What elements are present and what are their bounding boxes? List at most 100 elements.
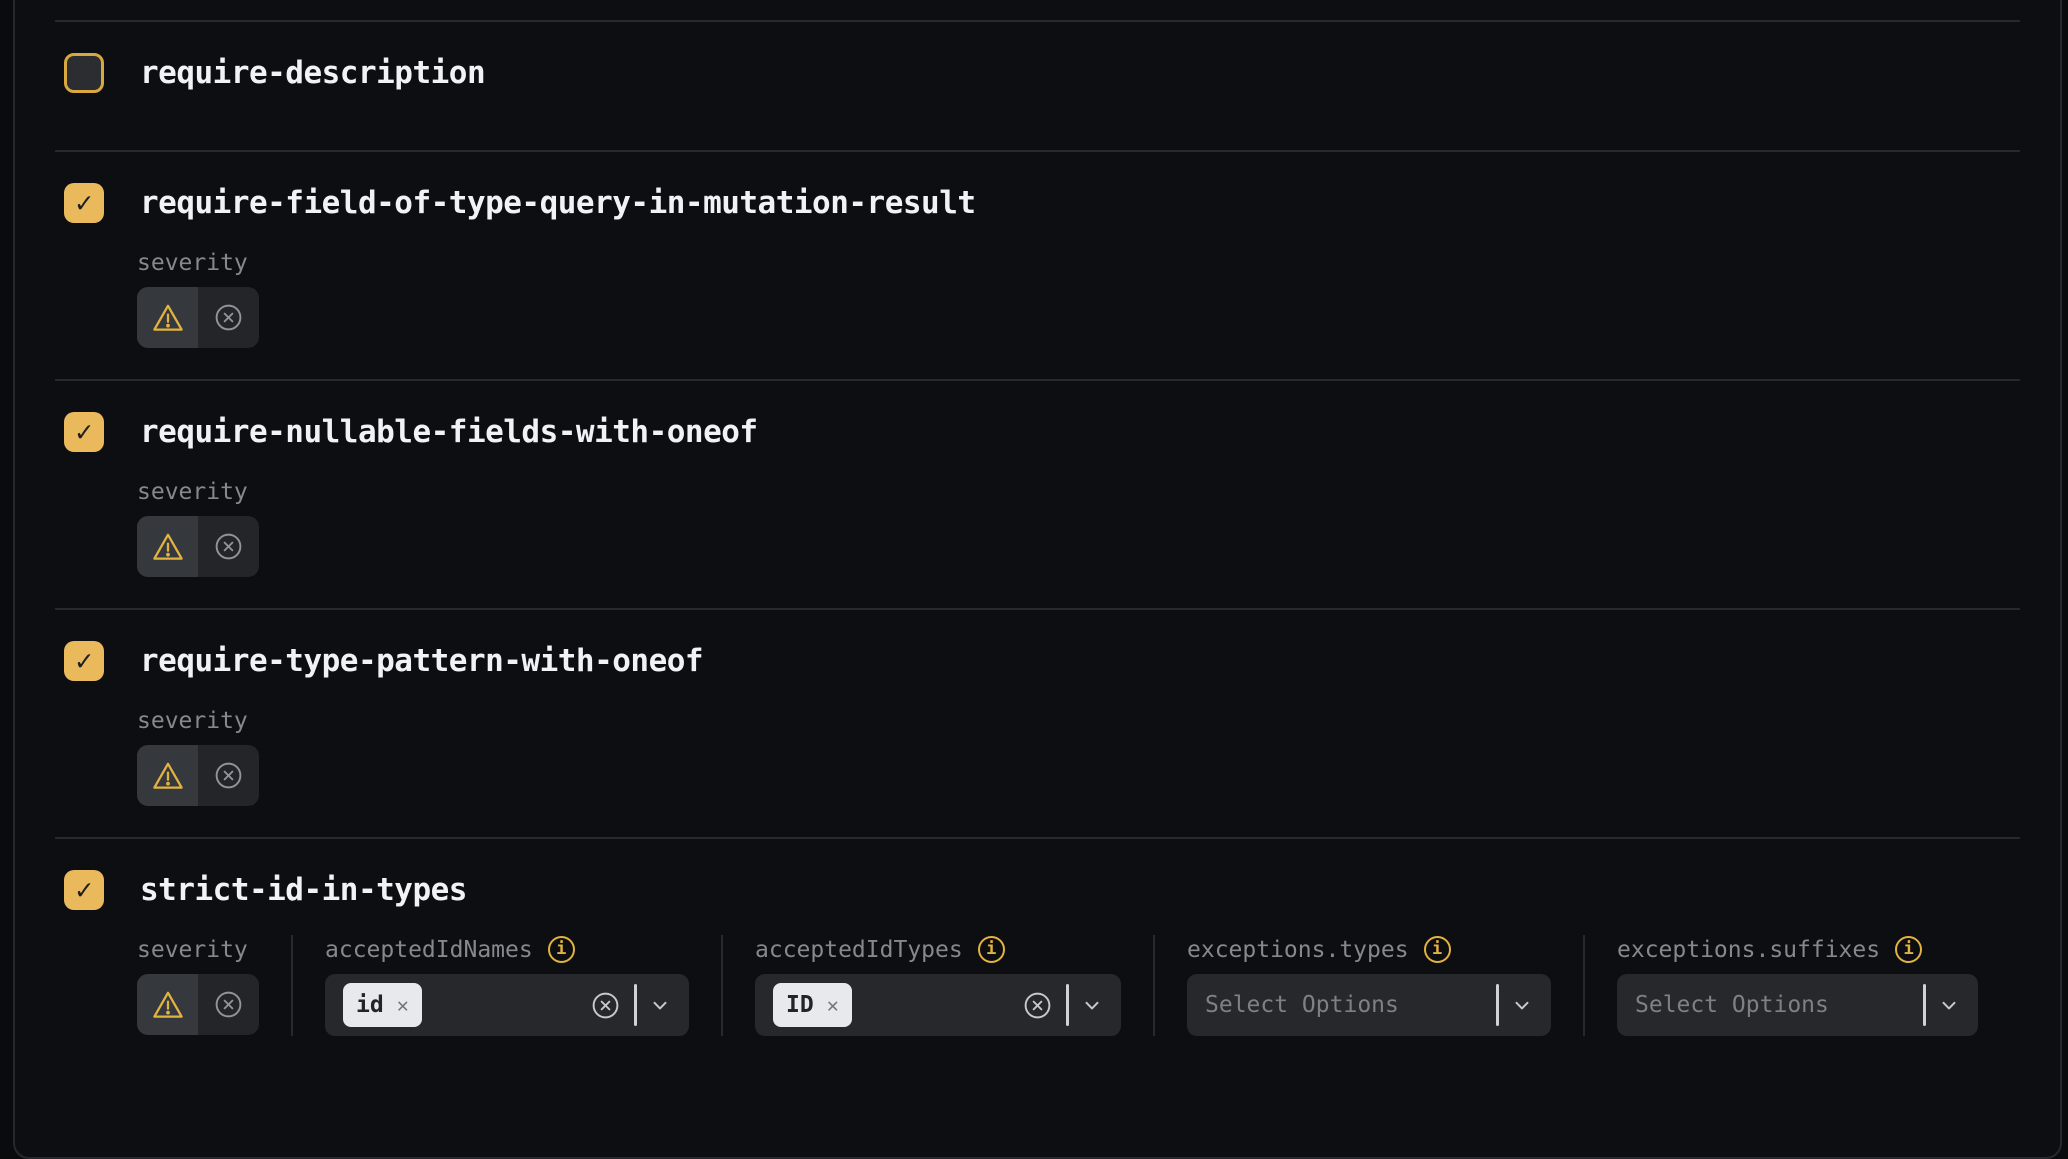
rule-header: require-description bbox=[55, 53, 2020, 93]
circle-x-icon bbox=[213, 760, 244, 791]
rule-row: ✓ strict-id-in-types severity acceptedIdNam… bbox=[55, 837, 2020, 1067]
rule-fields-row: severity bbox=[137, 706, 2020, 806]
field-label-row: severity bbox=[137, 248, 259, 277]
severity-option-warn[interactable] bbox=[137, 745, 198, 806]
selected-chips: id✕ bbox=[343, 983, 590, 1027]
rule-header: ✓ require-nullable-fields-with-oneof bbox=[55, 412, 2020, 452]
circle-x-icon bbox=[213, 302, 244, 333]
rule-checkbox[interactable] bbox=[64, 53, 104, 93]
field-column-divider bbox=[291, 935, 293, 1036]
rule-row: ✓ require-type-pattern-with-oneof severity bbox=[55, 608, 2020, 837]
warning-triangle-icon bbox=[150, 759, 186, 793]
circle-x-icon bbox=[213, 989, 244, 1020]
rule-fields-row: severity bbox=[137, 248, 2020, 348]
multiselect-acceptedIdTypes[interactable]: ID ✕ bbox=[755, 974, 1121, 1036]
severity-option-warn[interactable] bbox=[137, 287, 198, 348]
select-divider-bar bbox=[1066, 984, 1069, 1026]
field-label: severity bbox=[137, 479, 248, 505]
chip-remove-icon[interactable]: ✕ bbox=[397, 995, 409, 1015]
rule-title: require-description bbox=[140, 55, 485, 91]
severity-option-warn[interactable] bbox=[137, 516, 198, 577]
checkmark-icon: ✓ bbox=[76, 647, 93, 675]
severity-option-off[interactable] bbox=[198, 974, 259, 1035]
warning-triangle-icon bbox=[150, 530, 186, 564]
rule-title: require-field-of-type-query-in-mutation-… bbox=[140, 185, 976, 221]
rule-checkbox[interactable]: ✓ bbox=[64, 412, 104, 452]
field-label-row: acceptedIdTypes i bbox=[755, 935, 1121, 964]
rule-title: require-nullable-fields-with-oneof bbox=[140, 414, 758, 450]
field-label: acceptedIdTypes bbox=[755, 937, 963, 963]
clipped-previous-row bbox=[55, 0, 2020, 20]
severity-option-off[interactable] bbox=[198, 287, 259, 348]
rule-checkbox[interactable]: ✓ bbox=[64, 870, 104, 910]
rule-checkbox[interactable]: ✓ bbox=[64, 183, 104, 223]
field-severity: severity bbox=[137, 477, 259, 577]
warning-triangle-icon bbox=[150, 301, 186, 335]
select-divider-bar bbox=[634, 984, 637, 1026]
severity-toggle-group bbox=[137, 287, 259, 348]
field-acceptedIdNames: acceptedIdNames i id✕ bbox=[325, 935, 689, 1036]
circle-x-icon bbox=[213, 531, 244, 562]
checkmark-icon: ✓ bbox=[76, 876, 93, 904]
rule-title: strict-id-in-types bbox=[140, 872, 467, 908]
checkmark-icon: ✓ bbox=[76, 418, 93, 446]
rule-checkbox[interactable]: ✓ bbox=[64, 641, 104, 681]
select-divider-bar bbox=[1496, 984, 1499, 1026]
field-label: exceptions.suffixes bbox=[1617, 937, 1880, 963]
rule-fields-row: severity acceptedIdNames i id✕ acceptedIdTyp… bbox=[137, 935, 2020, 1036]
rule-header: ✓ strict-id-in-types bbox=[55, 870, 2020, 910]
field-label-row: severity bbox=[137, 477, 259, 506]
select-placeholder: Select Options bbox=[1205, 992, 1496, 1018]
field-column-divider bbox=[1153, 935, 1155, 1036]
chevron-down-icon[interactable] bbox=[1079, 993, 1105, 1017]
info-icon[interactable]: i bbox=[978, 936, 1005, 963]
field-label: severity bbox=[137, 250, 248, 276]
multiselect-acceptedIdNames[interactable]: id✕ bbox=[325, 974, 689, 1036]
field-label-row: exceptions.suffixes i bbox=[1617, 935, 1978, 964]
field-label-row: exceptions.types i bbox=[1187, 935, 1551, 964]
multiselect-exceptions-suffixes[interactable]: Select Options bbox=[1617, 974, 1978, 1036]
field-label-row: acceptedIdNames i bbox=[325, 935, 689, 964]
info-icon[interactable]: i bbox=[1895, 936, 1922, 963]
chip: id✕ bbox=[343, 983, 422, 1027]
field-severity: severity bbox=[137, 935, 259, 1036]
rule-fields-row: severity bbox=[137, 477, 2020, 577]
severity-option-warn[interactable] bbox=[137, 974, 198, 1035]
field-severity: severity bbox=[137, 248, 259, 348]
clear-circle-x-icon[interactable] bbox=[1022, 990, 1053, 1021]
severity-option-off[interactable] bbox=[198, 516, 259, 577]
rule-row: require-description bbox=[55, 20, 2020, 150]
field-exceptions-types: exceptions.types i Select Options bbox=[1187, 935, 1551, 1036]
selected-chips: ID ✕ bbox=[773, 983, 1022, 1027]
info-icon[interactable]: i bbox=[548, 936, 575, 963]
select-divider-bar bbox=[1923, 984, 1926, 1026]
field-label: severity bbox=[137, 937, 248, 963]
chip: ID ✕ bbox=[773, 983, 852, 1027]
severity-toggle-group bbox=[137, 745, 259, 806]
rule-row: ✓ require-nullable-fields-with-oneof sever… bbox=[55, 379, 2020, 608]
checkmark-icon: ✓ bbox=[76, 189, 93, 217]
rule-title: require-type-pattern-with-oneof bbox=[140, 643, 703, 679]
severity-option-off[interactable] bbox=[198, 745, 259, 806]
clear-circle-x-icon[interactable] bbox=[590, 990, 621, 1021]
chevron-down-icon[interactable] bbox=[1936, 993, 1962, 1017]
field-label: severity bbox=[137, 708, 248, 734]
info-icon[interactable]: i bbox=[1424, 936, 1451, 963]
field-column-divider bbox=[1583, 935, 1585, 1036]
field-label: acceptedIdNames bbox=[325, 937, 533, 963]
select-placeholder: Select Options bbox=[1635, 992, 1923, 1018]
multiselect-exceptions-types[interactable]: Select Options bbox=[1187, 974, 1551, 1036]
chevron-down-icon[interactable] bbox=[1509, 993, 1535, 1017]
field-label: exceptions.types bbox=[1187, 937, 1409, 963]
chip-remove-icon[interactable]: ✕ bbox=[827, 995, 839, 1015]
rules-list: require-description ✓ require-field-of-typ… bbox=[55, 20, 2020, 1067]
field-acceptedIdTypes: acceptedIdTypes i ID ✕ bbox=[755, 935, 1121, 1036]
severity-toggle-group bbox=[137, 974, 259, 1035]
severity-toggle-group bbox=[137, 516, 259, 577]
chevron-down-icon[interactable] bbox=[647, 993, 673, 1017]
rule-row: ✓ require-field-of-type-query-in-mutation… bbox=[55, 150, 2020, 379]
field-column-divider bbox=[721, 935, 723, 1036]
field-severity: severity bbox=[137, 706, 259, 806]
chip-value: ID bbox=[786, 992, 814, 1018]
rules-config-card: require-description ✓ require-field-of-typ… bbox=[13, 0, 2062, 1159]
